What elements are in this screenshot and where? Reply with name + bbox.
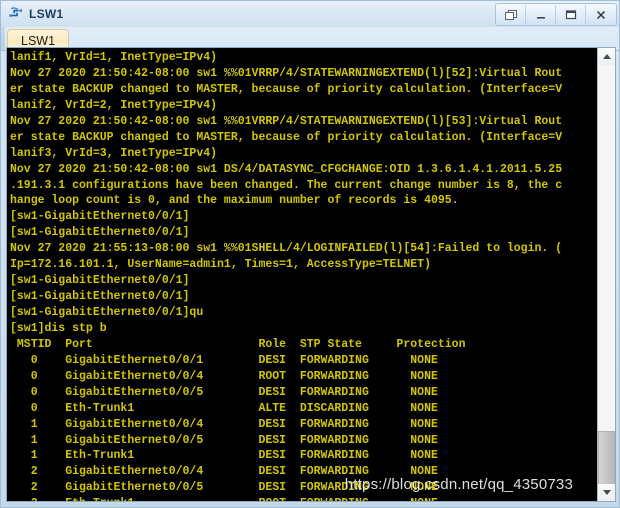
- maximize-window-button[interactable]: [556, 5, 586, 24]
- terminal-line: 1 GigabitEthernet0/0/4 DESI FORWARDING N…: [10, 417, 438, 431]
- close-window-button[interactable]: [586, 5, 616, 24]
- terminal-line: [sw1]dis stp b: [10, 321, 107, 335]
- chevron-up-icon: [602, 54, 611, 59]
- terminal-line: [sw1-GigabitEthernet0/0/1]: [10, 226, 190, 240]
- terminal-line: lanif2, VrId=2, InetType=IPv4): [10, 98, 218, 112]
- terminal-line: hange loop count is 0, and the maximum n…: [10, 194, 459, 208]
- terminal-line: [sw1-GigabitEthernet0/0/1]: [10, 274, 190, 288]
- terminal-line: 1 GigabitEthernet0/0/5 DESI FORWARDING N…: [10, 433, 438, 447]
- tab-label: LSW1: [21, 33, 56, 48]
- terminal-line: er state BACKUP changed to MASTER, becau…: [10, 130, 563, 144]
- terminal-line: 0 GigabitEthernet0/0/5 DESI FORWARDING N…: [10, 385, 438, 399]
- terminal-line: [sw1-GigabitEthernet0/0/1]: [10, 210, 190, 224]
- terminal-line: 1 Eth-Trunk1 DESI FORWARDING NONE: [10, 449, 438, 463]
- minimize-window-button[interactable]: [526, 5, 556, 24]
- terminal-line: [sw1-GigabitEthernet0/0/1]: [10, 290, 190, 304]
- window-title-bar[interactable]: LSW1: [1, 1, 619, 27]
- terminal-line: 0 GigabitEthernet0/0/4 ROOT FORWARDING N…: [10, 369, 438, 383]
- terminal-line: er state BACKUP changed to MASTER, becau…: [10, 82, 563, 96]
- terminal-panel: lanif1, VrId=1, InetType=IPv4) Nov 27 202…: [6, 47, 616, 502]
- scroll-up-button[interactable]: [598, 48, 615, 65]
- window-title: LSW1: [29, 7, 64, 21]
- terminal-line: lanif3, VrId=3, InetType=IPv4): [10, 146, 218, 160]
- terminal-line: 2 GigabitEthernet0/0/4 DESI FORWARDING N…: [10, 465, 438, 479]
- terminal-line: Nov 27 2020 21:50:42-08:00 sw1 %%01VRRP/…: [10, 114, 563, 128]
- terminal-window: LSW1 LSW1 lanif1, VrId=1, InetType=IPv4)…: [0, 0, 620, 508]
- terminal-line: 2 GigabitEthernet0/0/5 DESI FORWARDING N…: [10, 481, 438, 495]
- terminal-vertical-scrollbar[interactable]: [597, 48, 615, 501]
- scrollbar-track[interactable]: [598, 65, 615, 486]
- restore-window-button[interactable]: [496, 5, 526, 24]
- terminal-line: 0 GigabitEthernet0/0/1 DESI FORWARDING N…: [10, 353, 438, 367]
- terminal-line: [sw1-GigabitEthernet0/0/1]qu: [10, 306, 204, 319]
- chevron-down-icon: [602, 490, 611, 495]
- scrollbar-thumb[interactable]: [598, 431, 615, 486]
- terminal-line: Nov 27 2020 21:50:42-08:00 sw1 DS/4/DATA…: [10, 162, 563, 176]
- terminal-line: MSTID Port Role STP State Protection: [10, 337, 466, 351]
- terminal-line: Nov 27 2020 21:55:13-08:00 sw1 %%01SHELL…: [10, 242, 563, 256]
- terminal-output-area[interactable]: lanif1, VrId=1, InetType=IPv4) Nov 27 202…: [7, 48, 597, 501]
- terminal-line: lanif1, VrId=1, InetType=IPv4): [10, 51, 218, 64]
- terminal-line: Ip=172.16.101.1, UserName=admin1, Times=…: [10, 258, 431, 272]
- window-controls: [495, 3, 617, 26]
- terminal-line: .191.3.1 configurations have been change…: [10, 178, 563, 192]
- terminal-line: 2 Eth-Trunk1 ROOT FORWARDING NONE: [10, 496, 597, 501]
- terminal-line: 0 Eth-Trunk1 ALTE DISCARDING NONE: [10, 401, 438, 415]
- terminal-text: lanif1, VrId=1, InetType=IPv4) Nov 27 202…: [10, 50, 597, 501]
- terminal-line: Nov 27 2020 21:50:42-08:00 sw1 %%01VRRP/…: [10, 66, 563, 80]
- scroll-down-button[interactable]: [598, 484, 615, 501]
- switch-icon: [8, 6, 24, 22]
